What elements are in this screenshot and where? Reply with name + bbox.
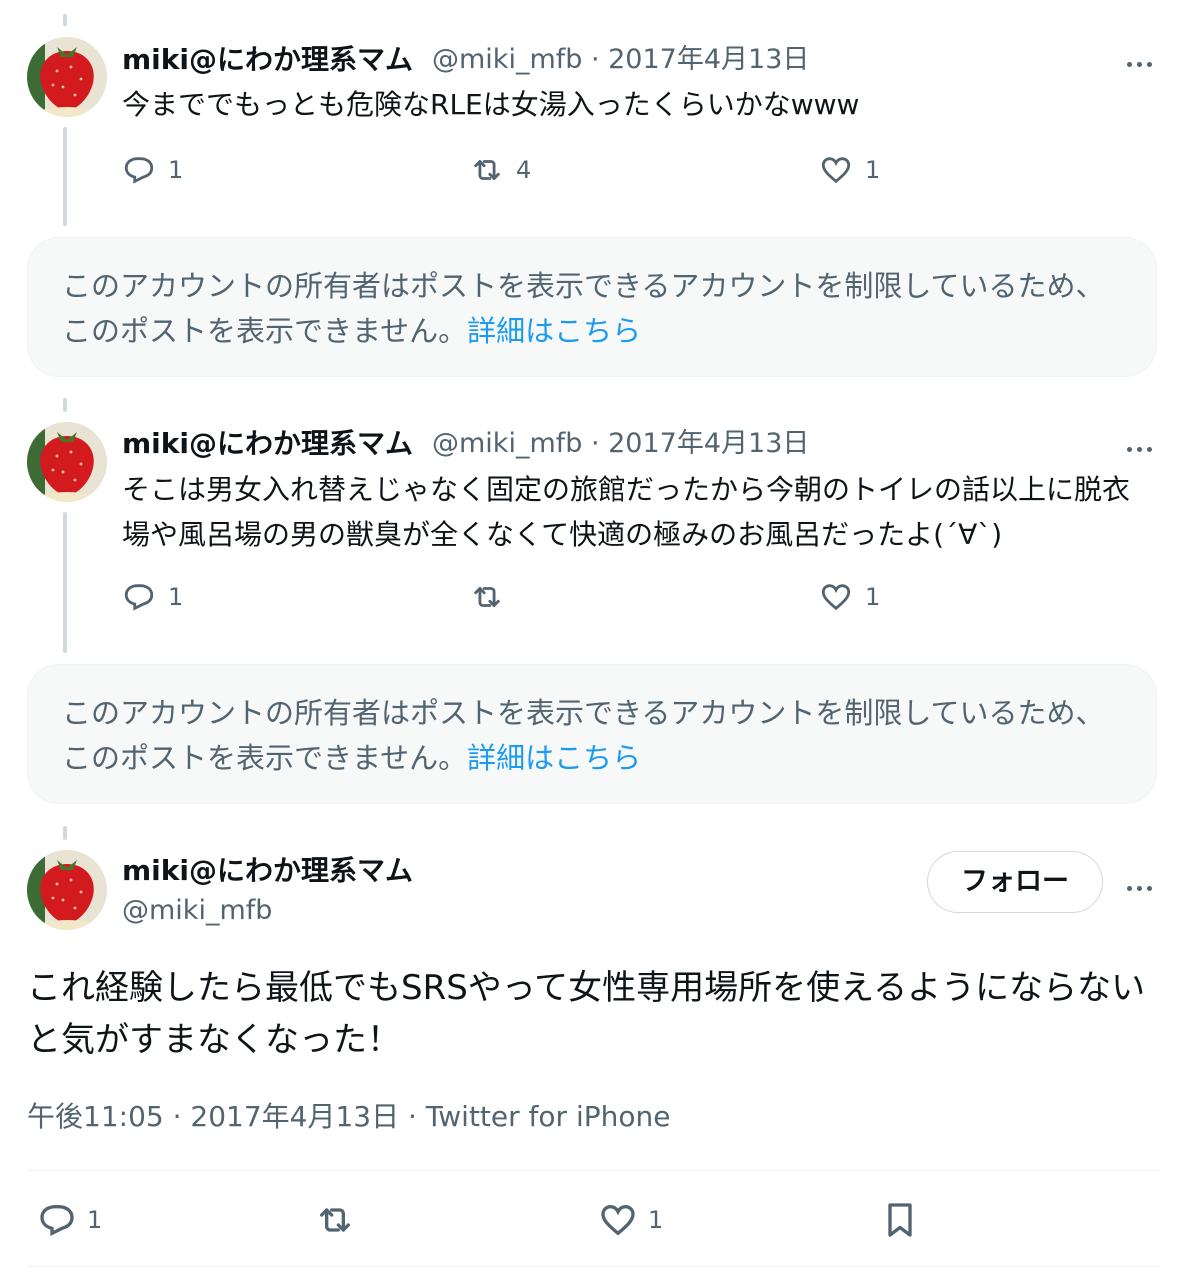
follow-button[interactable]: フォロー [927,851,1103,913]
like-button[interactable]: 1 [819,150,880,190]
avatar[interactable] [27,850,107,930]
more-icon[interactable] [1119,872,1159,902]
author-handle[interactable]: @miki_mfb [122,893,272,929]
heart-icon [821,157,851,184]
more-icon[interactable] [1119,433,1159,463]
like-button[interactable]: 1 [819,577,880,617]
retweet-icon [474,587,500,607]
tweet-text: 今まででもっとも危険なRLEは女湯入ったくらいかなwww [122,88,860,121]
author-display-name[interactable]: miki@にわか理系マム [122,42,413,78]
bookmark-icon [888,1203,912,1237]
reply-button[interactable]: 1 [122,150,183,190]
tweet-timestamp[interactable]: 午後11:05 · 2017年4月13日 · Twitter for iPhon… [27,1097,670,1137]
reply-count: 1 [168,156,184,184]
thread-connector [63,398,67,412]
divider [27,1170,1159,1171]
more-icon[interactable] [1119,48,1159,78]
retweet-button[interactable] [315,1195,365,1245]
retweet-button[interactable] [470,577,516,617]
avatar[interactable] [27,37,107,117]
retweet-count: 4 [516,156,532,184]
retweet-button[interactable]: 4 [470,150,531,190]
reply-icon [124,157,154,184]
reply-count: 1 [168,583,184,611]
retweet-icon [320,1208,350,1232]
author-display-name[interactable]: miki@にわか理系マム [122,853,413,889]
restricted-post-notice: このアカウントの所有者はポストを表示できるアカウントを制限しているため、このポス… [27,664,1157,804]
thread-connector [63,826,67,840]
divider [27,1266,1159,1267]
like-count: 1 [865,583,881,611]
retweet-icon [474,160,500,180]
reply-icon [40,1205,74,1237]
tweet-text: そこは男女入れ替えじゃなく固定の旅館だったから今朝のトイレの話以上に脱衣場や風呂… [122,473,1131,551]
bookmark-button[interactable] [880,1195,930,1245]
learn-more-link[interactable]: 詳細はこちら [467,314,641,348]
main-tweet-text: これ経験したら最低でもSRSやって女性専用場所を使えるようにならないと気がすまな… [27,968,1146,1060]
heart-icon [821,584,851,611]
reply-button[interactable]: 1 [122,577,183,617]
avatar[interactable] [27,422,107,502]
thread-connector [63,14,67,26]
thread-connector [63,127,67,226]
restricted-post-notice: このアカウントの所有者はポストを表示できるアカウントを制限しているため、このポス… [27,237,1157,377]
reply-button[interactable]: 1 [37,1195,102,1245]
author-handle-and-date[interactable]: @miki_mfb · 2017年4月13日 [432,426,809,462]
reply-count: 1 [87,1206,103,1234]
like-button[interactable]: 1 [598,1195,663,1245]
heart-icon [601,1204,635,1236]
like-count: 1 [865,156,881,184]
reply-icon [124,584,154,611]
author-handle-and-date[interactable]: @miki_mfb · 2017年4月13日 [432,42,809,78]
thread-connector [63,512,67,653]
author-display-name[interactable]: miki@にわか理系マム [122,426,413,462]
like-count: 1 [648,1206,664,1234]
learn-more-link[interactable]: 詳細はこちら [467,741,641,775]
